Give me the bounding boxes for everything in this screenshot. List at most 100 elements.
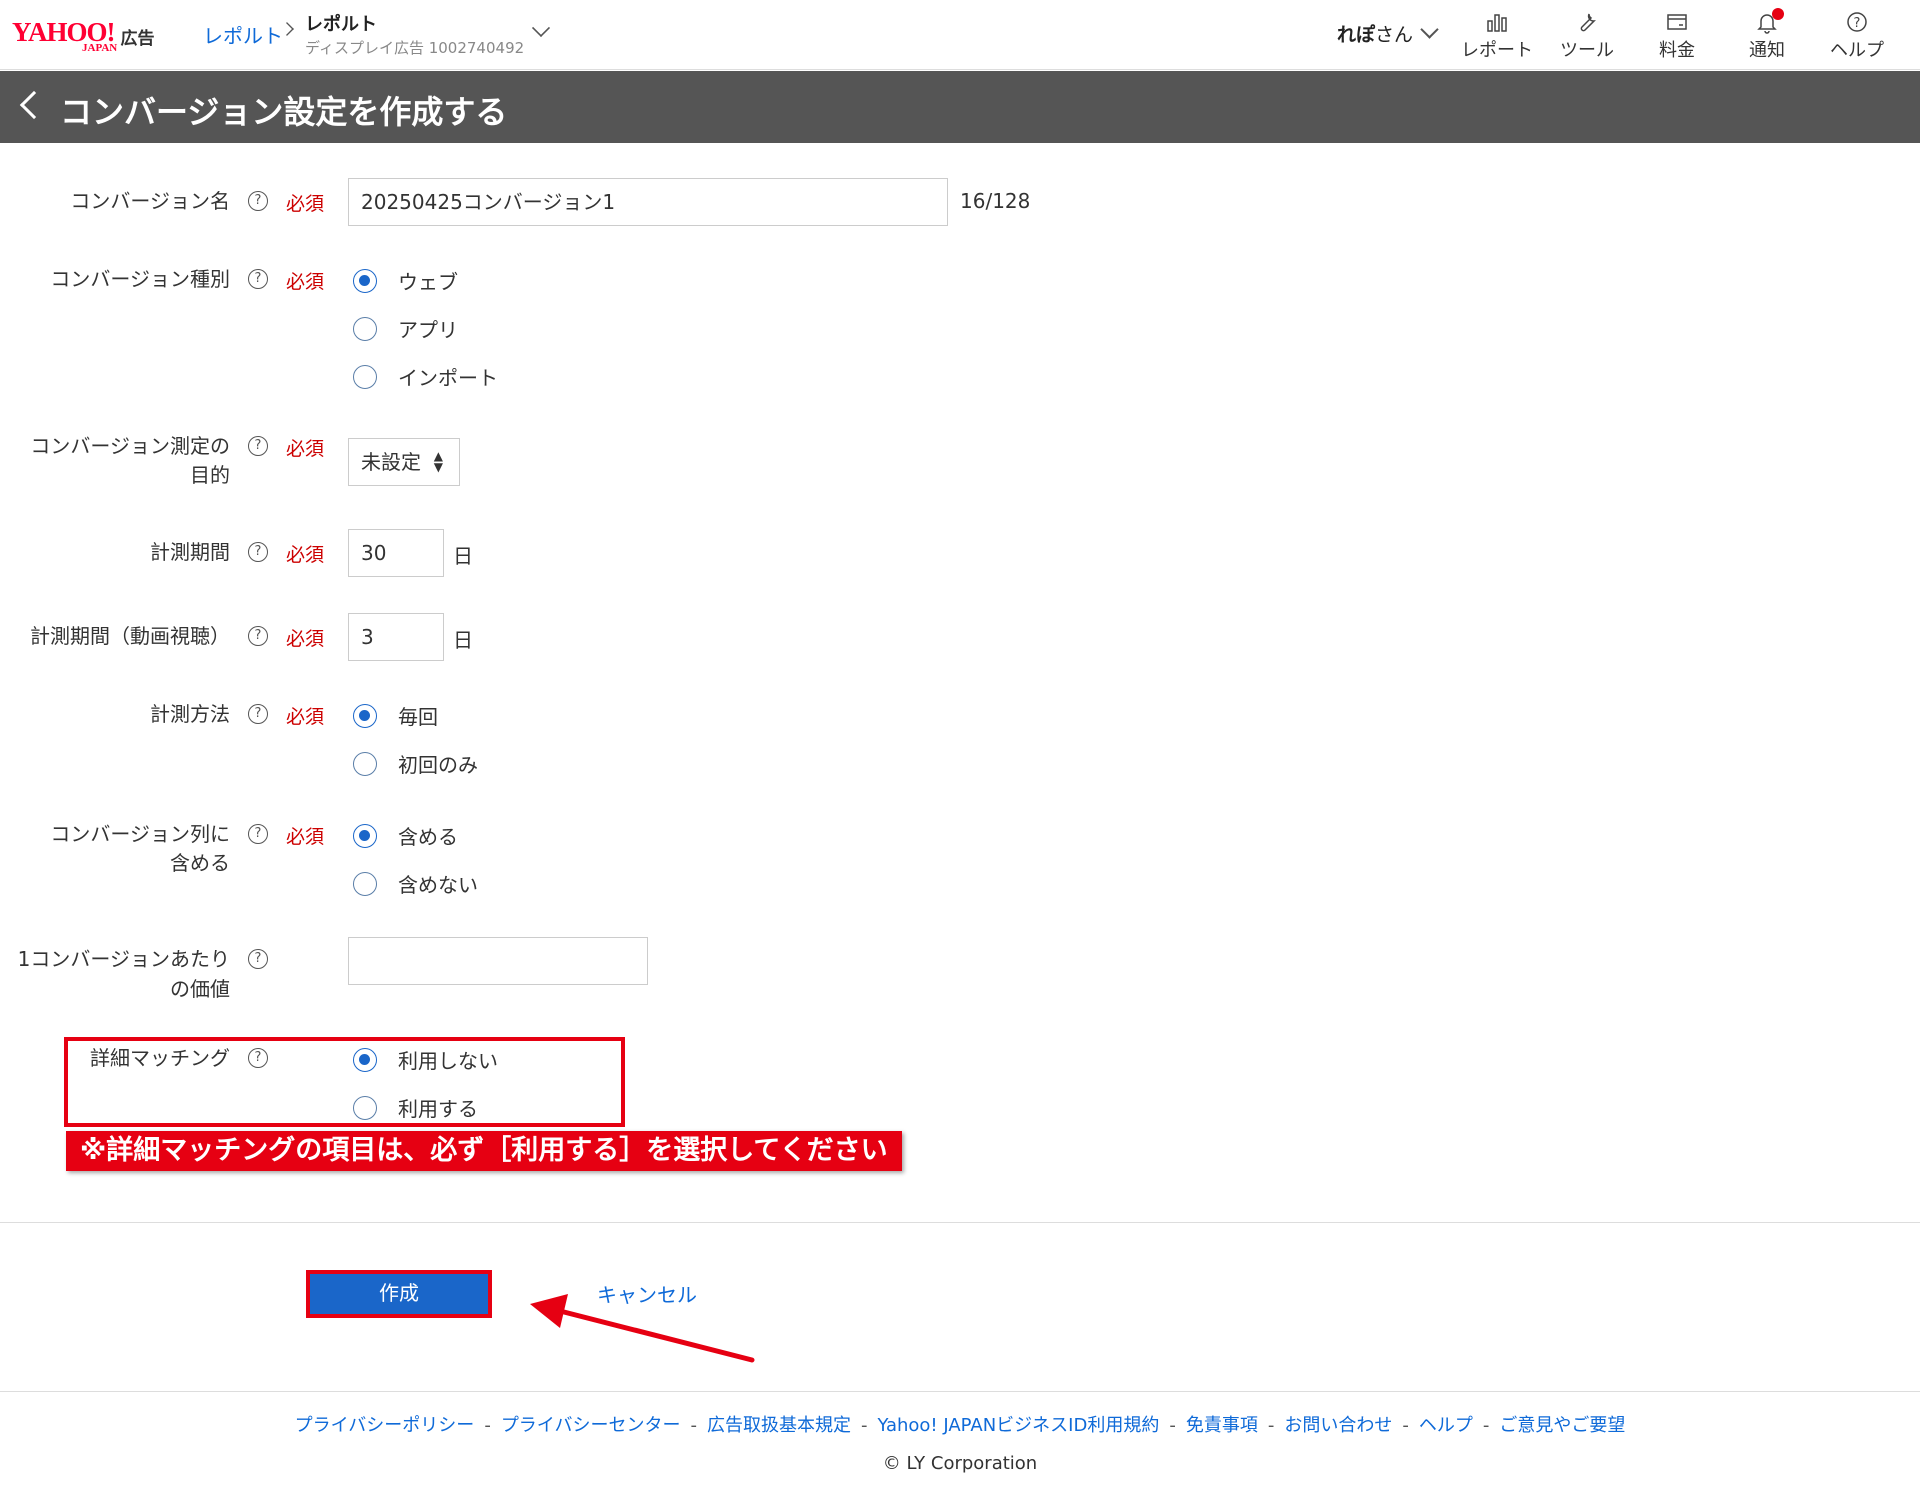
radio-web[interactable] [353,269,377,293]
footer-separator: - [1169,1415,1176,1436]
nav-help[interactable]: ? ヘルプ [1812,10,1902,62]
include-column-label-line1: コンバージョン列に [50,822,230,846]
period-unit: 日 [453,544,473,568]
radio-app[interactable] [353,317,377,341]
required-badge: 必須 [286,271,325,293]
footer-separator: - [690,1415,697,1436]
required-badge: 必須 [286,628,325,650]
conversion-type-help-icon[interactable]: ? [248,269,268,289]
radio-include-label: 含める [398,825,458,849]
footer-link-contact[interactable]: お問い合わせ [1284,1415,1392,1436]
footer-link-disclaimer[interactable]: 免責事項 [1186,1415,1258,1436]
value-per-conversion-help-icon[interactable]: ? [248,949,268,969]
account-title: レポルト [305,14,377,35]
footer-link-business-id-terms[interactable]: Yahoo! JAPANビジネスID利用規約 [877,1415,1159,1436]
period-help-icon[interactable]: ? [248,542,268,562]
purpose-label-line1: コンバージョン測定の [30,434,230,458]
radio-import-label: インポート [398,366,498,390]
wrench-icon [1580,13,1596,32]
copyright: © LY Corporation [882,1453,1038,1474]
page-title-bar: コンバージョン設定を作成する [0,71,1920,143]
footer-divider [0,1391,1920,1392]
purpose-label-line2: 目的 [190,463,230,487]
svg-text:?: ? [1854,16,1861,31]
include-column-help-icon[interactable]: ? [248,824,268,844]
method-help-icon[interactable]: ? [248,704,268,724]
top-header: YAHOO! JAPAN 広告 レポルト レポルト ディスプレイ広告 10027… [0,0,1920,70]
account-subtitle: ディスプレイ広告 1002740492 [305,39,525,57]
footer-separator: - [1482,1415,1490,1436]
radio-web-label: ウェブ [398,270,458,294]
conversion-name-input[interactable]: 20250425コンバージョン1 [348,178,948,226]
footer-separator: - [1267,1415,1275,1436]
required-badge: 必須 [286,544,325,566]
sort-updown-icon: ▲ ▼ [433,449,443,474]
nav-tools[interactable]: ツール [1542,10,1632,62]
conversion-name-counter: 16/128 [960,189,1031,213]
conversion-name-label: コンバージョン名 [70,189,230,213]
account-switch-chevron-down-icon[interactable] [531,18,551,38]
period-label: 計測期間 [150,540,230,564]
footer-link-ad-policy[interactable]: 広告取扱基本規定 [707,1415,851,1436]
logo-ad-text: 広告 [120,29,155,49]
divider [0,1222,1920,1223]
nav-report[interactable]: レポート [1452,10,1542,62]
conversion-name-help-icon[interactable]: ? [248,191,268,211]
period-video-label: 計測期間（動画視聴） [30,624,230,648]
method-label: 計測方法 [150,702,230,726]
user-menu[interactable]: れぽ さん [1337,20,1439,47]
value-per-conversion-label-line1: 1コンバージョンあたり [17,947,230,971]
nav-notifications[interactable]: 通知 [1722,8,1812,62]
required-badge: 必須 [286,826,325,848]
footer-link-feedback[interactable]: ご意見やご要望 [1499,1415,1625,1436]
value-per-conversion-input[interactable] [348,937,648,985]
page-title: コンバージョン設定を作成する [60,93,508,131]
user-suffix: さん [1375,24,1414,46]
footer-links: プライバシーポリシー - プライバシーセンター - 広告取扱基本規定 - Yahoo! JA… [0,1411,1920,1437]
notification-badge [1772,8,1784,20]
required-badge: 必須 [286,706,325,728]
value-per-conversion-label-line2: の価値 [170,977,230,1001]
create-button[interactable]: 作成 [306,1270,492,1318]
radio-exclude[interactable] [353,872,377,896]
purpose-help-icon[interactable]: ? [248,436,268,456]
question-icon: ? [1847,12,1867,32]
purpose-select[interactable]: 未設定 ▲ ▼ [348,438,460,486]
annotation-arrow-icon [530,1294,755,1363]
conversion-type-label: コンバージョン種別 [50,267,230,291]
footer-link-help[interactable]: ヘルプ [1419,1415,1473,1436]
breadcrumb-account-link[interactable]: レポルト [203,20,283,49]
footer-separator: - [484,1415,491,1436]
footer-separator: - [860,1415,868,1436]
bar-chart-icon [1487,14,1507,32]
footer-link-privacy-policy[interactable]: プライバシーポリシー [295,1415,475,1436]
annotation-highlight-box [64,1037,625,1127]
nav-tools-label: ツール [1560,40,1614,61]
required-badge: 必須 [286,193,325,215]
period-video-unit: 日 [453,628,473,652]
period-video-input[interactable]: 3 [348,613,444,661]
chevron-down-icon [1420,20,1439,39]
user-name: れぽ [1337,24,1376,46]
footer-link-privacy-center[interactable]: プライバシーセンター [501,1415,681,1436]
required-badge: 必須 [286,438,325,460]
radio-first-only[interactable] [353,752,377,776]
nav-report-label: レポート [1461,40,1533,61]
radio-first-only-label: 初回のみ [398,753,478,777]
nav-billing[interactable]: 料金 [1632,10,1722,62]
annotation-warning: ※詳細マッチングの項目は、必ず［利用する］を選択してください [66,1131,902,1171]
nav-help-label: ヘルプ [1830,40,1884,61]
radio-import[interactable] [353,365,377,389]
include-column-label-line2: 含める [170,851,230,875]
back-arrow-icon[interactable] [19,90,49,120]
billing-icon [1667,14,1687,30]
radio-every-time[interactable] [353,704,377,728]
radio-every-time-label: 毎回 [398,705,438,729]
radio-app-label: アプリ [398,318,458,342]
yahoo-ads-logo[interactable]: YAHOO! JAPAN 広告 [12,18,155,54]
period-video-help-icon[interactable]: ? [248,626,268,646]
period-input[interactable]: 30 [348,529,444,577]
purpose-select-value: 未設定 [361,450,421,474]
nav-billing-label: 料金 [1659,40,1695,61]
radio-include[interactable] [353,824,377,848]
